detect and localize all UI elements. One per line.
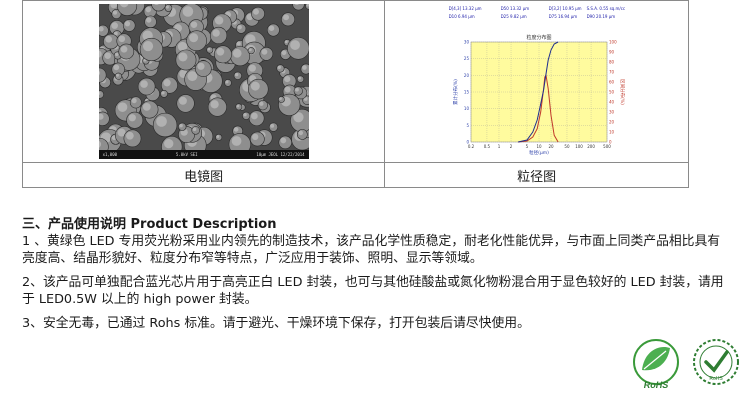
x-tick-label: 20: [548, 144, 554, 149]
y2-tick-label: 70: [609, 70, 615, 75]
y2-tick-label: 80: [609, 60, 615, 65]
certification-logos: RoHS RoHS: [628, 336, 744, 394]
psd-chart-cell: D[4,3] 13.32 μm D50 13.32 μm D[3,2] 10.95 …: [384, 0, 689, 163]
sem-image-cell: x1,000 5.0kV SEI 10μm JEOL 12/22/2014: [21, 0, 386, 163]
x-tick-label: 0.2: [467, 144, 474, 149]
sem-particles-graphic: [98, 4, 309, 158]
y2-tick-label: 30: [609, 110, 615, 115]
x-tick-label: 1: [497, 144, 500, 149]
y-tick-label: 15: [463, 90, 469, 95]
y-tick-label: 10: [463, 106, 469, 111]
y2-tick-label: 90: [609, 50, 615, 55]
sem-scale-date: 10μm JEOL 12/22/2014: [256, 152, 305, 157]
rohs-leaf-text: RoHS: [644, 380, 669, 390]
y2-tick-label: 40: [609, 100, 615, 105]
y2-tick-label: 50: [609, 90, 615, 95]
section-title: 三、产品使用说明 Product Description: [22, 217, 277, 232]
psd-caption: 粒径图: [384, 162, 689, 188]
x-tick-label: 500: [603, 144, 611, 149]
x-tick-label: 10: [536, 144, 542, 149]
x-tick-label: 100: [575, 144, 583, 149]
sem-magnification: x1,000: [102, 152, 118, 157]
y-axis-label: 累计分布(%): [452, 79, 459, 105]
sem-image: x1,000 5.0kV SEI 10μm JEOL 12/22/2014: [98, 4, 309, 159]
y-tick-label: 25: [463, 56, 469, 61]
y-tick-label: 5: [466, 123, 469, 128]
y2-tick-label: 100: [609, 40, 617, 45]
paragraph-3: 3、安全无毒，已通过 Rohs 标准。请于避光、干燥环境下保存，打开包装后请尽快…: [22, 316, 530, 331]
rohs-check-text: RoHS: [709, 376, 723, 382]
sem-voltage: 5.0kV SEI: [175, 152, 198, 157]
x-tick-label: 5: [525, 144, 528, 149]
chart-title: 粒度分布图: [526, 34, 551, 41]
y2-tick-label: 20: [609, 120, 615, 125]
x-axis-label: 粒径(μm): [529, 149, 549, 156]
rohs-check-logo: RoHS: [693, 339, 739, 385]
x-tick-label: 0.5: [483, 144, 490, 149]
psd-chart-svg: 粒度分布图0.2 0.5 1 2 5 10 20 50 100 200 50005101520253…: [452, 34, 625, 156]
paragraph-2: 2、该产品可单独配合蓝光芯片用于高亮正白 LED 封装，也可与其他硅酸盐或氮化物…: [22, 275, 724, 307]
x-tick-label: 200: [587, 144, 595, 149]
sem-caption: 电镜图: [21, 162, 386, 188]
y2-axis-label: 区间分布(%): [619, 79, 625, 105]
y-tick-label: 20: [463, 73, 469, 78]
rohs-leaf-logo: RoHS: [633, 339, 679, 390]
y2-tick-label: 10: [609, 130, 615, 135]
y2-tick-label: 0: [609, 140, 612, 145]
y-tick-label: 30: [463, 40, 469, 45]
psd-chart: D[4,3] 13.32 μm D50 13.32 μm D[3,2] 10.95 …: [448, 4, 625, 159]
x-tick-label: 2: [509, 144, 512, 149]
x-tick-label: 50: [564, 144, 570, 149]
sem-info-bar: x1,000 5.0kV SEI 10μm JEOL 12/22/2014: [98, 150, 309, 159]
paragraph-1: 1 、黄绿色 LED 专用荧光粉采用业内领先的制造技术，该产品化学性质稳定，耐老…: [22, 234, 721, 266]
y2-tick-label: 60: [609, 80, 615, 85]
figure-table: x1,000 5.0kV SEI 10μm JEOL 12/22/2014 D[…: [21, 0, 689, 188]
